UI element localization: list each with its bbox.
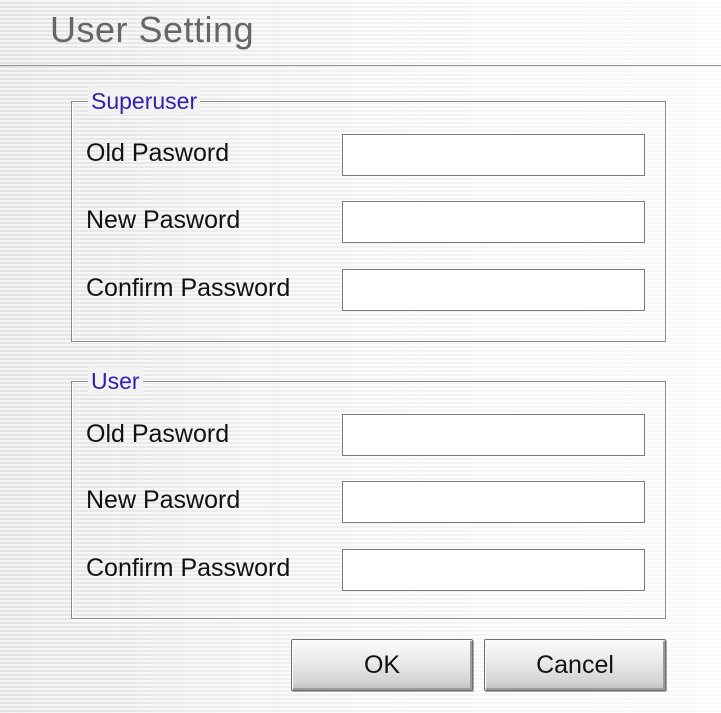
superuser-new-password-label: New Pasword (86, 206, 241, 234)
user-new-password-label: New Pasword (86, 486, 241, 514)
user-confirm-password-input[interactable] (342, 549, 645, 591)
superuser-group: Superuser Old Pasword New Pasword Confir… (71, 87, 666, 342)
user-group-legend: User (88, 367, 143, 395)
superuser-new-password-input[interactable] (342, 201, 645, 243)
ok-button[interactable]: OK (291, 639, 473, 691)
cancel-button[interactable]: Cancel (484, 639, 666, 691)
user-group: User Old Pasword New Pasword Confirm Pas… (71, 367, 666, 619)
user-old-password-input[interactable] (342, 414, 645, 456)
superuser-confirm-password-label: Confirm Password (86, 274, 291, 302)
superuser-confirm-password-input[interactable] (342, 269, 645, 311)
superuser-old-password-label: Old Pasword (86, 139, 230, 167)
user-new-password-input[interactable] (342, 481, 645, 523)
superuser-group-legend: Superuser (88, 87, 201, 115)
title-bar: User Setting (0, 0, 721, 66)
dialog-title: User Setting (50, 9, 255, 50)
superuser-old-password-input[interactable] (342, 134, 645, 176)
user-confirm-password-label: Confirm Password (86, 554, 291, 582)
user-old-password-label: Old Pasword (86, 420, 230, 448)
user-setting-dialog: User Setting Superuser Old Pasword New P… (0, 0, 721, 713)
